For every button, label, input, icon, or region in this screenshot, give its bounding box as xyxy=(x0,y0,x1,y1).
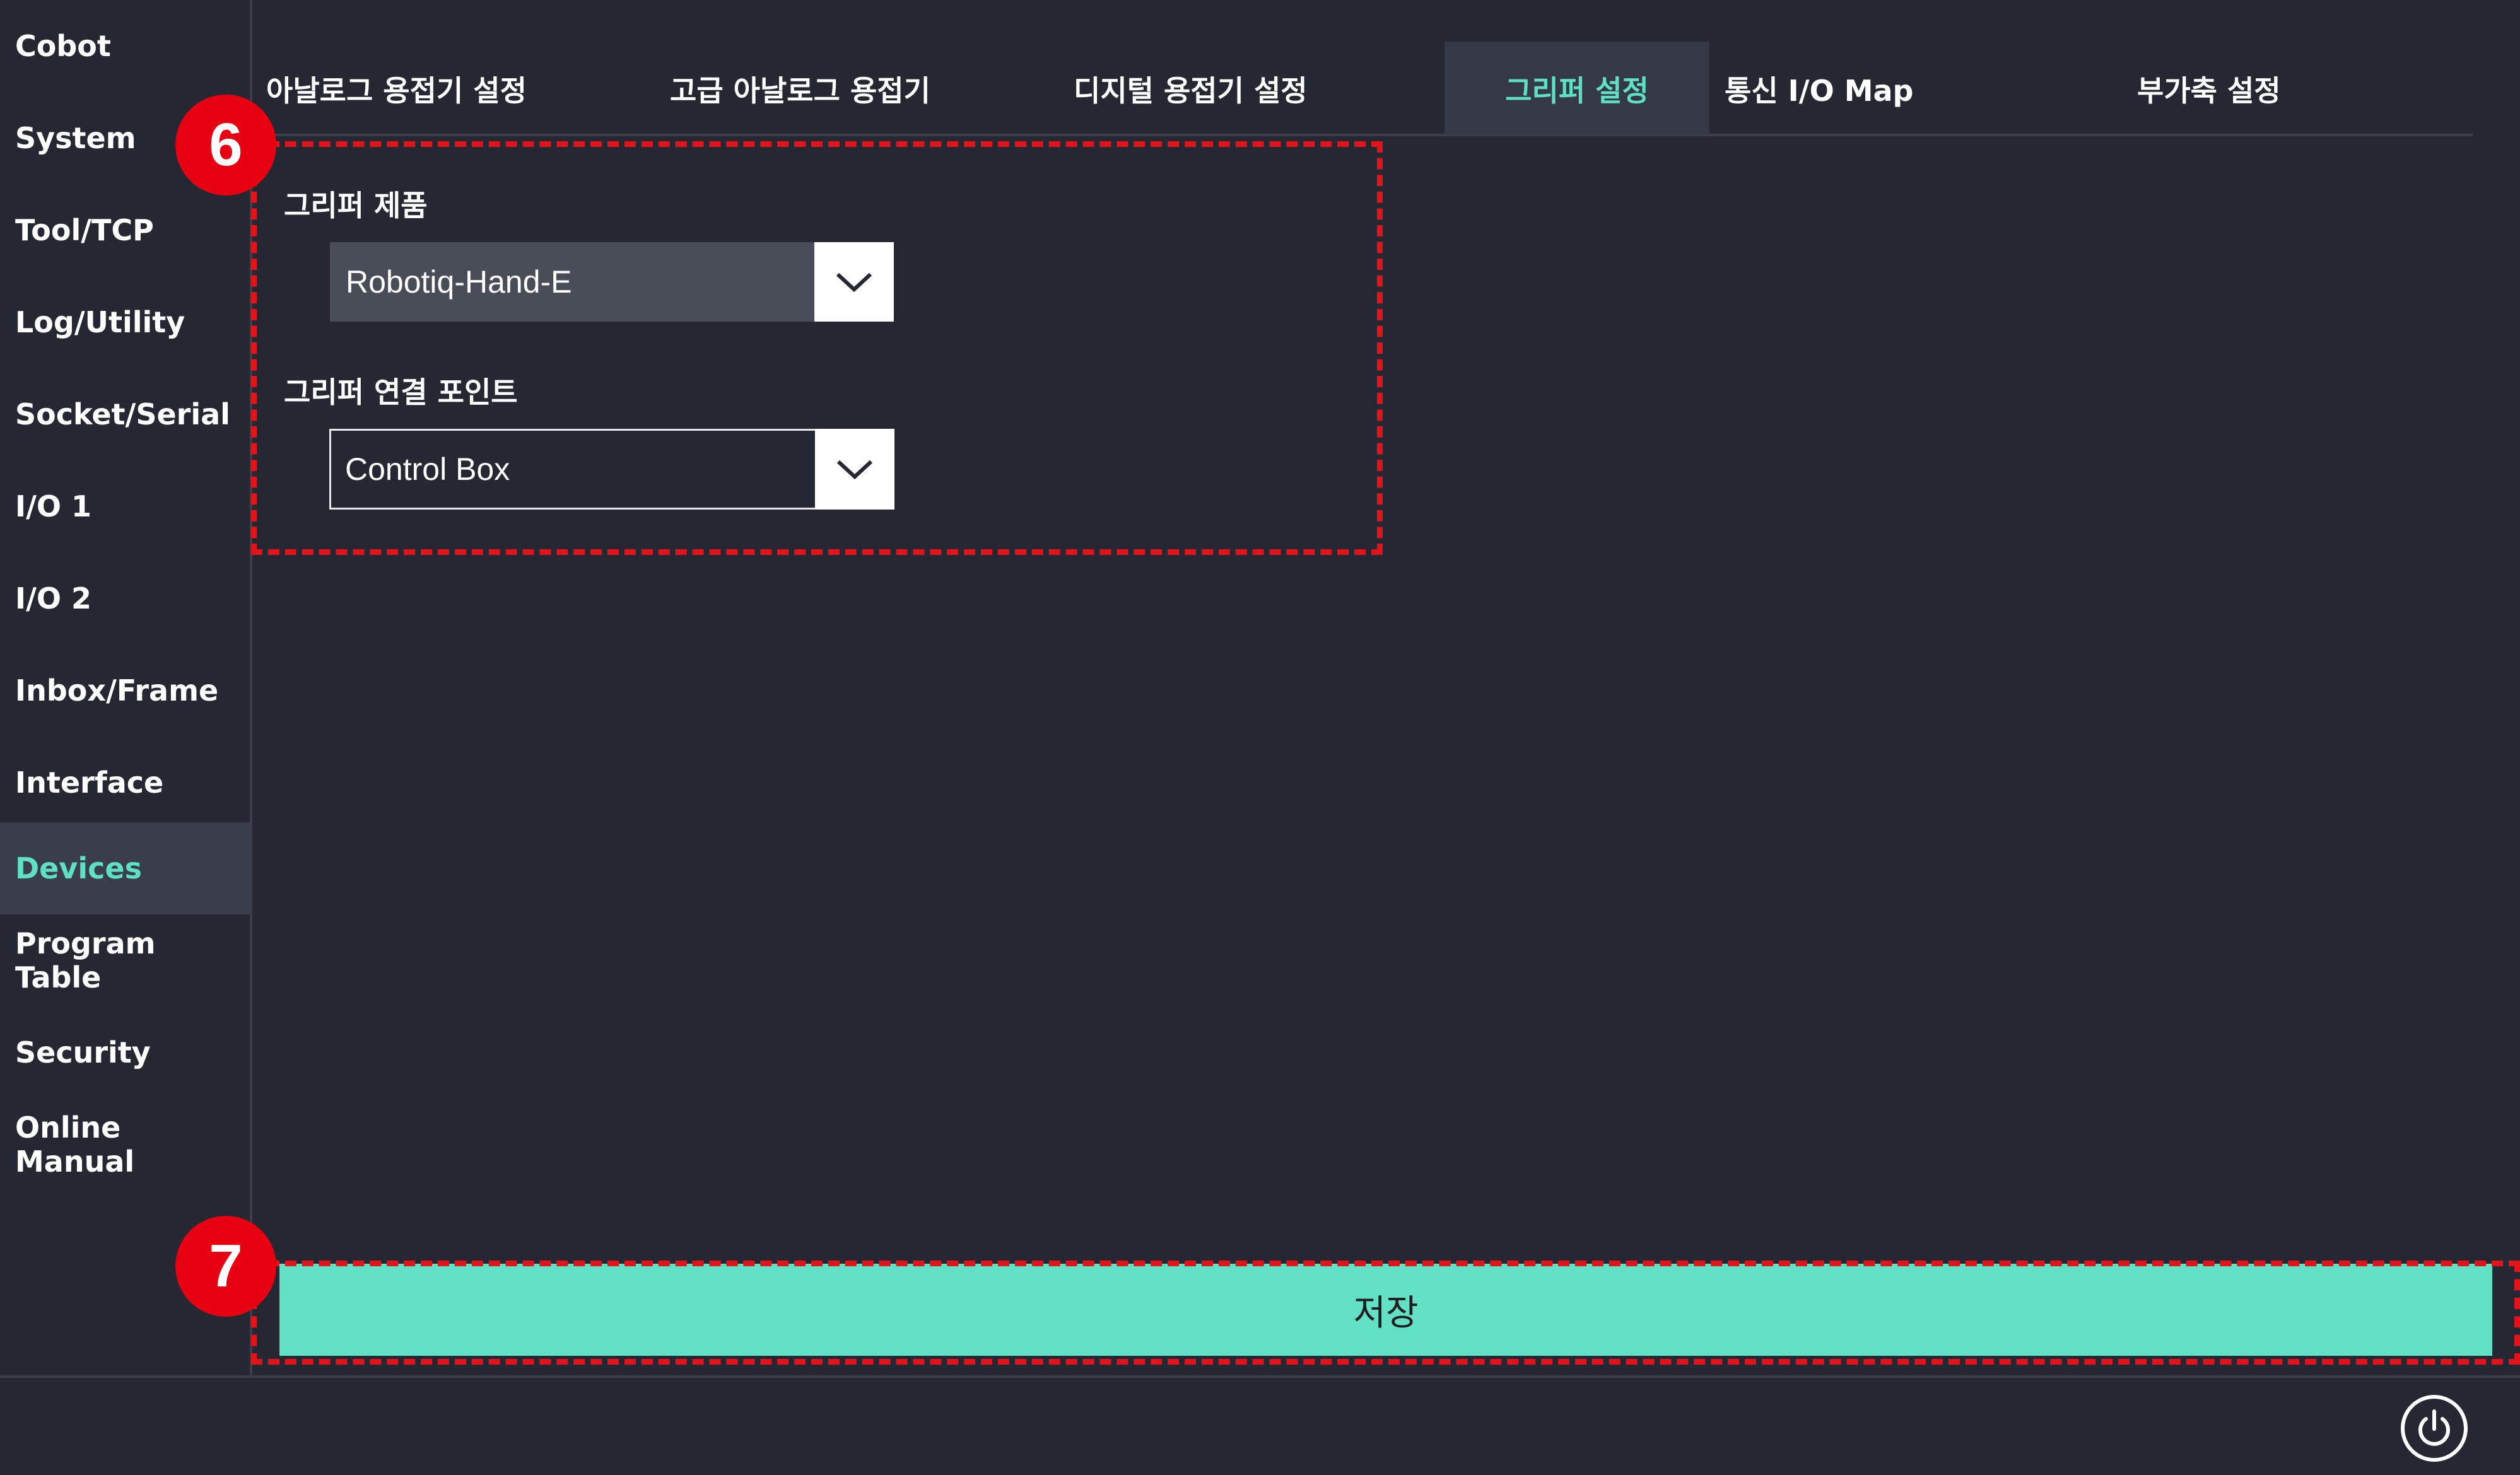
sidebar-item-label: Security xyxy=(15,1035,151,1070)
sidebar-item-socket-serial[interactable]: Socket/Serial xyxy=(0,368,250,460)
sidebar-item-label: I/O 1 xyxy=(15,489,92,523)
annotation-box-6 xyxy=(251,141,1383,555)
sidebar-item-label: Inbox/Frame xyxy=(15,673,219,708)
sidebar-item-label: System xyxy=(15,121,136,155)
tab-digital-welder[interactable]: 디지털 용접기 설정 xyxy=(1074,42,1308,136)
sidebar-item-log-utility[interactable]: Log/Utility xyxy=(0,276,250,368)
tab-label: 부가축 설정 xyxy=(2137,74,2281,108)
sidebar-item-label: I/O 2 xyxy=(15,581,92,615)
tab-external-axis[interactable]: 부가축 설정 xyxy=(2137,42,2281,136)
sidebar-item-io1[interactable]: I/O 1 xyxy=(0,460,250,552)
sidebar-item-label: Interface xyxy=(15,766,164,800)
tab-label: 그리퍼 설정 xyxy=(1505,74,1649,108)
tab-comm-io-map[interactable]: 통신 I/O Map xyxy=(1725,42,1913,136)
sidebar-item-io2[interactable]: I/O 2 xyxy=(0,552,250,644)
sidebar-item-label: Log/Utility xyxy=(15,305,185,339)
tab-label: 디지털 용접기 설정 xyxy=(1074,74,1308,108)
sidebar-item-program-table[interactable]: Program Table xyxy=(0,914,250,1006)
tab-label: 통신 I/O Map xyxy=(1725,74,1914,108)
sidebar-item-label: Program Table xyxy=(15,926,156,994)
sidebar-item-tool-tcp[interactable]: Tool/TCP xyxy=(0,184,250,276)
annotation-badge-7: 7 xyxy=(175,1216,276,1317)
sidebar-item-devices[interactable]: Devices xyxy=(0,822,250,914)
sidebar-item-label: Online Manual xyxy=(15,1111,135,1179)
sidebar-item-inbox-frame[interactable]: Inbox/Frame xyxy=(0,644,250,737)
tab-advanced-analog-welder[interactable]: 고급 아날로그 용접기 xyxy=(670,42,930,136)
sidebar-item-online-manual[interactable]: Online Manual xyxy=(0,1099,250,1191)
sidebar-item-label: Socket/Serial xyxy=(15,397,230,431)
sidebar-item-security[interactable]: Security xyxy=(0,1006,250,1099)
tab-analog-welder[interactable]: 아날로그 용접기 설정 xyxy=(266,42,527,136)
sidebar-item-label: Cobot xyxy=(15,29,111,63)
sidebar-item-interface[interactable]: Interface xyxy=(0,737,250,829)
tab-label: 고급 아날로그 용접기 xyxy=(670,74,930,108)
bottom-divider xyxy=(0,1375,2520,1378)
annotation-badge-6: 6 xyxy=(175,95,276,195)
tab-gripper-settings[interactable]: 그리퍼 설정 xyxy=(1445,42,1709,136)
tab-bar: 아날로그 용접기 설정 고급 아날로그 용접기 디지털 용접기 설정 그리퍼 설… xyxy=(252,0,2520,136)
tab-label: 아날로그 용접기 설정 xyxy=(266,74,527,108)
sidebar-item-label: Devices xyxy=(15,851,142,885)
sidebar-item-cobot[interactable]: Cobot xyxy=(0,0,250,92)
annotation-box-7 xyxy=(251,1261,2520,1365)
sidebar-item-label: Tool/TCP xyxy=(15,213,154,247)
tab-divider xyxy=(271,134,2473,136)
power-icon[interactable] xyxy=(2401,1395,2468,1462)
sidebar: Cobot System Tool/TCP Log/Utility Socket… xyxy=(0,0,252,1378)
